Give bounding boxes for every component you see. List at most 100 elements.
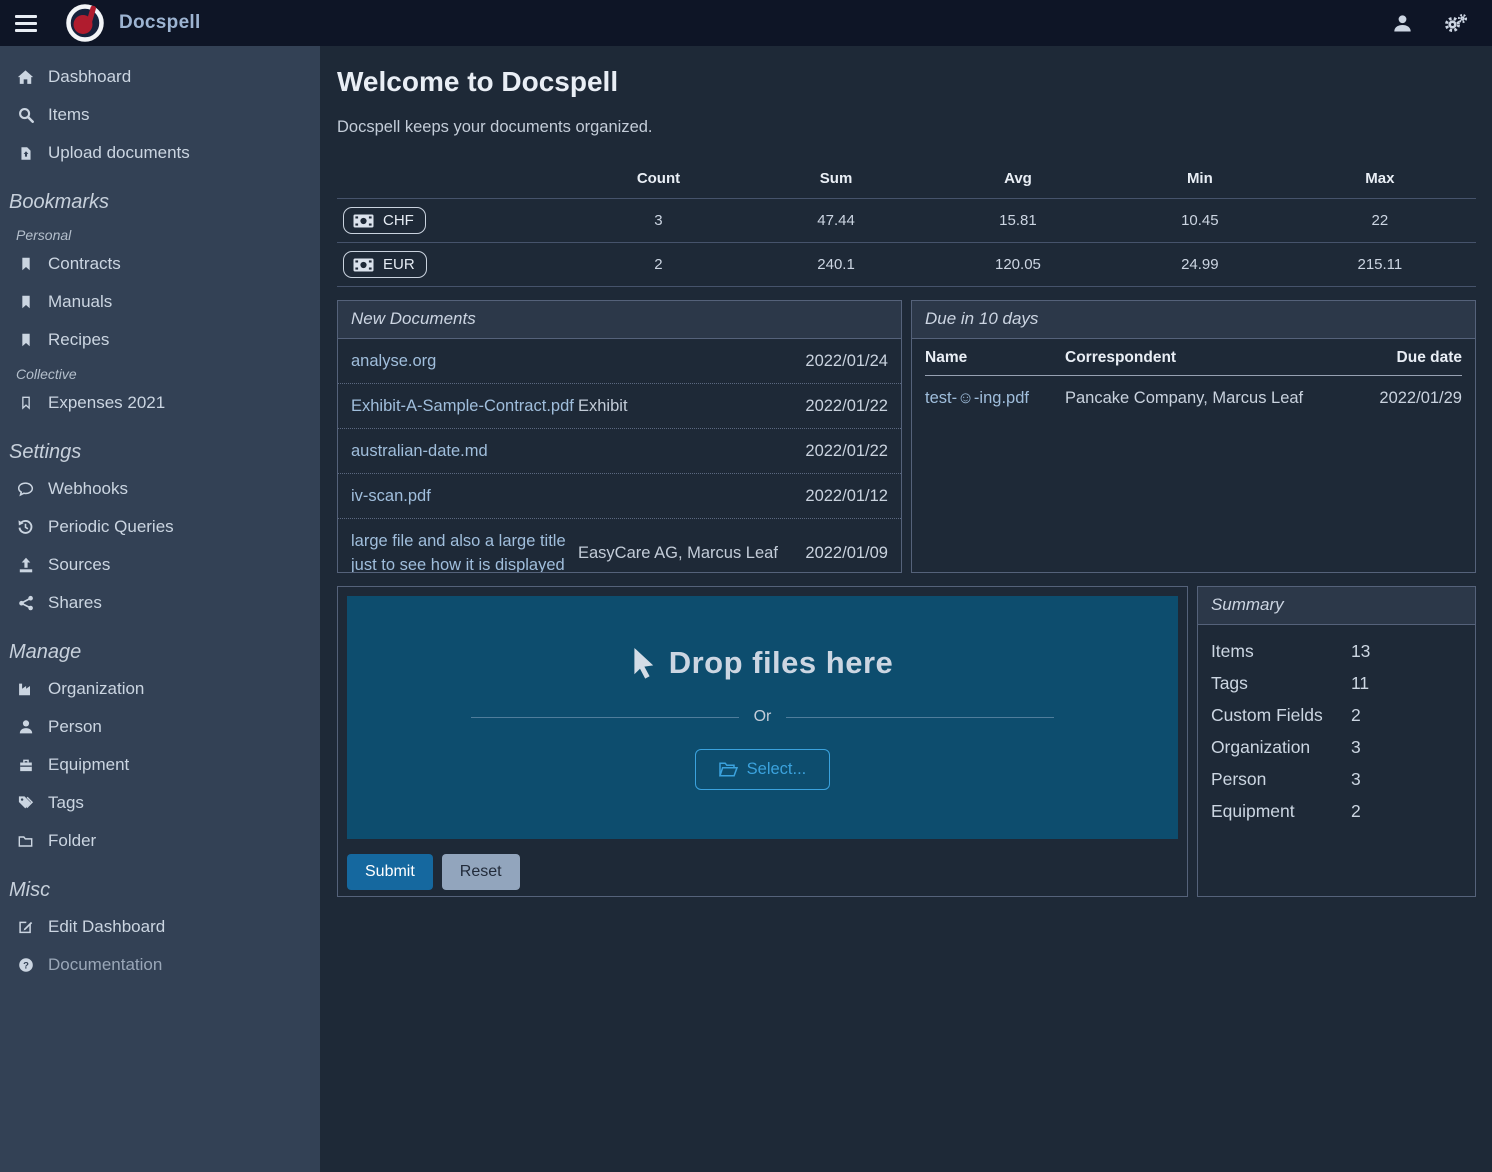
summary-label: Organization bbox=[1211, 736, 1351, 758]
bookmarks-heading: Bookmarks bbox=[0, 172, 320, 220]
app-title: Docspell bbox=[119, 12, 201, 34]
document-date: 2022/01/09 bbox=[783, 541, 888, 565]
document-due-date: 2022/01/29 bbox=[1350, 376, 1462, 422]
stat-avg: 120.05 bbox=[920, 243, 1116, 287]
stat-sum: 240.1 bbox=[752, 243, 920, 287]
history-icon bbox=[16, 519, 35, 535]
summary-value: 2 bbox=[1351, 800, 1462, 822]
sidebar-item-webhooks[interactable]: Webhooks bbox=[0, 470, 320, 508]
document-link[interactable]: test-☺-ing.pdf bbox=[925, 389, 1029, 407]
stat-count: 3 bbox=[565, 199, 752, 243]
bookmarks-group-personal: Personal bbox=[0, 220, 320, 245]
sidebar-item-contracts[interactable]: Contracts bbox=[0, 245, 320, 283]
page-subtitle: Docspell keeps your documents organized. bbox=[337, 118, 1476, 137]
sidebar-item-label: Dasbhoard bbox=[48, 67, 131, 87]
select-files-button[interactable]: Select... bbox=[695, 749, 831, 790]
stats-header-avg: Avg bbox=[920, 161, 1116, 199]
submit-button[interactable]: Submit bbox=[347, 854, 433, 890]
currency-badge: EUR bbox=[343, 251, 427, 278]
stats-row-chf: CHF 3 47.44 15.81 10.45 22 bbox=[337, 199, 1476, 243]
page-title: Welcome to Docspell bbox=[337, 66, 1476, 98]
sidebar-item-person[interactable]: Person bbox=[0, 708, 320, 746]
menu-icon[interactable] bbox=[13, 9, 37, 38]
stats-header-sum: Sum bbox=[752, 161, 920, 199]
summary-label: Items bbox=[1211, 640, 1351, 662]
sidebar-item-label: Organization bbox=[48, 679, 144, 699]
document-date: 2022/01/22 bbox=[783, 439, 888, 463]
sidebar-item-documentation[interactable]: ? Documentation bbox=[0, 946, 320, 984]
sidebar-item-label: Person bbox=[48, 717, 102, 737]
or-label: Or bbox=[754, 708, 772, 726]
sidebar-item-label: Edit Dashboard bbox=[48, 917, 165, 937]
summary-value: 2 bbox=[1351, 704, 1462, 726]
sidebar-item-shares[interactable]: Shares bbox=[0, 584, 320, 622]
sidebar-item-recipes[interactable]: Recipes bbox=[0, 321, 320, 359]
reset-button[interactable]: Reset bbox=[442, 854, 520, 890]
stat-sum: 47.44 bbox=[752, 199, 920, 243]
document-link[interactable]: australian-date.md bbox=[351, 439, 578, 463]
document-date: 2022/01/22 bbox=[783, 394, 888, 418]
sidebar-item-label: Webhooks bbox=[48, 479, 128, 499]
summary-value: 13 bbox=[1351, 640, 1462, 662]
sidebar-item-organization[interactable]: Organization bbox=[0, 670, 320, 708]
person-icon bbox=[16, 719, 35, 735]
sidebar-item-label: Shares bbox=[48, 593, 102, 613]
stat-avg: 15.81 bbox=[920, 199, 1116, 243]
due-table: Name Correspondent Due date test-☺-ing.p… bbox=[925, 339, 1462, 421]
currency-label: EUR bbox=[383, 256, 415, 273]
summary-row: Tags 11 bbox=[1211, 667, 1462, 699]
settings-cogs-icon[interactable] bbox=[1443, 13, 1468, 34]
tags-icon bbox=[16, 795, 35, 811]
docspell-logo[interactable] bbox=[65, 3, 105, 43]
stat-min: 24.99 bbox=[1116, 243, 1284, 287]
sidebar-item-manuals[interactable]: Manuals bbox=[0, 283, 320, 321]
sidebar-item-items[interactable]: Items bbox=[0, 96, 320, 134]
document-link[interactable]: iv-scan.pdf bbox=[351, 484, 578, 508]
sidebar-item-dashboard[interactable]: Dasbhoard bbox=[0, 58, 320, 96]
sidebar-item-equipment[interactable]: Equipment bbox=[0, 746, 320, 784]
sidebar-item-sources[interactable]: Sources bbox=[0, 546, 320, 584]
stats-row-eur: EUR 2 240.1 120.05 24.99 215.11 bbox=[337, 243, 1476, 287]
money-bill-icon bbox=[353, 258, 374, 272]
sidebar-item-tags[interactable]: Tags bbox=[0, 784, 320, 822]
summary-row: Items 13 bbox=[1211, 635, 1462, 667]
user-icon[interactable] bbox=[1392, 13, 1413, 34]
summary-row: Person 3 bbox=[1211, 763, 1462, 795]
summary-panel: Summary Items 13 Tags 11 Custom Fields 2 bbox=[1197, 586, 1476, 897]
sidebar-item-label: Sources bbox=[48, 555, 110, 575]
document-link[interactable]: large file and also a large title just t… bbox=[351, 529, 578, 573]
sidebar-item-label: Equipment bbox=[48, 755, 129, 775]
summary-value: 11 bbox=[1351, 672, 1462, 694]
summary-label: Tags bbox=[1211, 672, 1351, 694]
sidebar-item-label: Upload documents bbox=[48, 143, 190, 163]
document-date: 2022/01/12 bbox=[783, 484, 888, 508]
sidebar-item-periodic-queries[interactable]: Periodic Queries bbox=[0, 508, 320, 546]
sidebar-item-label: Manuals bbox=[48, 292, 112, 312]
file-dropzone[interactable]: Drop files here Or Select... bbox=[347, 596, 1178, 839]
document-link[interactable]: Exhibit-A-Sample-Contract.pdf bbox=[351, 394, 578, 418]
sidebar-item-expenses-2021[interactable]: Expenses 2021 bbox=[0, 384, 320, 422]
sidebar-item-folder[interactable]: Folder bbox=[0, 822, 320, 860]
misc-heading: Misc bbox=[0, 860, 320, 908]
home-icon bbox=[16, 69, 35, 86]
summary-label: Person bbox=[1211, 768, 1351, 790]
currency-label: CHF bbox=[383, 212, 414, 229]
drop-files-text: Drop files here bbox=[669, 645, 894, 681]
currency-badge: CHF bbox=[343, 207, 426, 234]
list-item: australian-date.md 2022/01/22 bbox=[338, 428, 901, 473]
question-circle-icon: ? bbox=[16, 957, 35, 973]
list-item: analyse.org 2022/01/24 bbox=[338, 339, 901, 383]
new-documents-panel: New Documents analyse.org 2022/01/24 Exh… bbox=[337, 300, 902, 573]
stat-max: 215.11 bbox=[1284, 243, 1476, 287]
main-content: Welcome to Docspell Docspell keeps your … bbox=[320, 46, 1492, 1172]
folder-icon bbox=[16, 834, 35, 849]
sidebar-item-upload-documents[interactable]: Upload documents bbox=[0, 134, 320, 172]
document-correspondent: Exhibit bbox=[578, 394, 783, 418]
document-link[interactable]: analyse.org bbox=[351, 349, 578, 373]
bookmark-icon bbox=[16, 256, 35, 272]
manage-heading: Manage bbox=[0, 622, 320, 670]
sidebar-item-label: Expenses 2021 bbox=[48, 393, 165, 413]
sidebar-item-edit-dashboard[interactable]: Edit Dashboard bbox=[0, 908, 320, 946]
stat-min: 10.45 bbox=[1116, 199, 1284, 243]
due-header-due-date: Due date bbox=[1350, 339, 1462, 376]
